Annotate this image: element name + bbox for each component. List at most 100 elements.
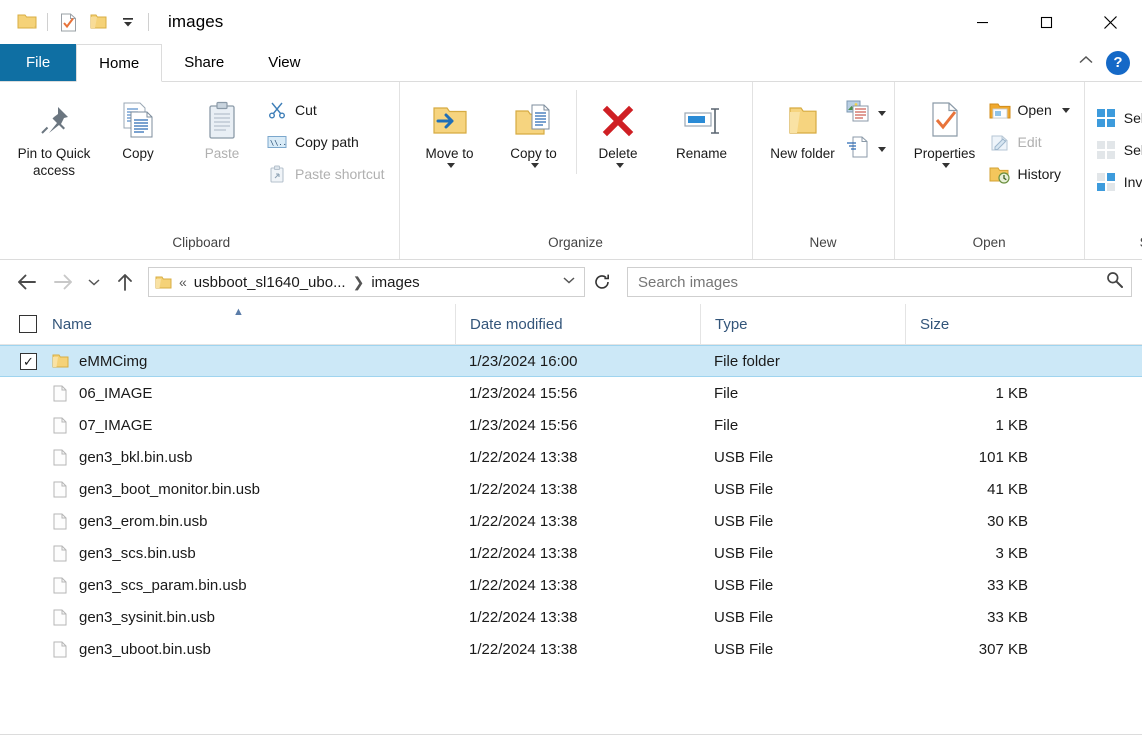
properties-button[interactable]: Properties [903,90,987,174]
row-name-cell[interactable]: gen3_uboot.bin.usb [0,641,455,658]
table-row[interactable]: 07_IMAGE 1/23/2024 15:56 File 1 KB [0,409,1142,441]
refresh-button[interactable] [587,267,617,297]
forward-button[interactable] [46,266,80,298]
open-chevron-down-icon[interactable] [1061,107,1070,113]
table-row[interactable]: gen3_scs_param.bin.usb 1/22/2024 13:38 U… [0,569,1142,601]
delete-button[interactable]: Delete [575,90,660,174]
cut-button[interactable]: Cut [264,94,391,126]
close-button[interactable] [1078,0,1142,44]
new-folder-button[interactable]: New folder [761,90,845,169]
qat-properties-icon[interactable] [53,8,83,36]
paste-button[interactable]: Paste [180,90,264,169]
row-name-text: gen3_boot_monitor.bin.usb [79,480,260,498]
delete-chevron-down-icon[interactable] [615,162,624,168]
table-row[interactable]: gen3_bkl.bin.usb 1/22/2024 13:38 USB Fil… [0,441,1142,473]
row-checkbox[interactable] [20,417,37,434]
new-item-chevron-down-icon[interactable] [877,110,886,116]
up-button[interactable] [108,266,142,298]
svg-text:\\...: \\... [270,139,287,147]
open-button[interactable]: Open [987,94,1076,126]
table-row[interactable]: gen3_erom.bin.usb 1/22/2024 13:38 USB Fi… [0,505,1142,537]
collapse-ribbon-chevron-up-icon[interactable] [1076,53,1096,72]
table-row[interactable]: gen3_boot_monitor.bin.usb 1/22/2024 13:3… [0,473,1142,505]
row-size-cell: 33 KB [987,608,1028,626]
breadcrumb-item-0[interactable]: usbboot_sl1640_ubo... [194,274,346,291]
breadcrumb-overflow[interactable]: « [172,274,194,290]
row-name-cell[interactable]: gen3_scs_param.bin.usb [0,577,455,594]
row-name-cell[interactable]: gen3_boot_monitor.bin.usb [0,481,455,498]
recent-locations-chevron-down-icon[interactable] [82,266,106,298]
row-date-cell: 1/23/2024 16:00 [469,352,578,370]
column-header-name[interactable]: Name [0,304,455,345]
rename-button[interactable]: Rename [660,90,744,169]
easy-access-chevron-down-icon[interactable] [877,146,886,152]
column-header-type[interactable]: Type [700,303,905,345]
move-to-button[interactable]: Move to [408,90,492,174]
column-header-size[interactable]: Size [905,303,1040,345]
row-name-cell[interactable]: ✓ eMMCimg [0,352,455,370]
history-button[interactable]: History [987,158,1076,190]
row-name-cell[interactable]: 06_IMAGE [0,385,455,402]
tab-home[interactable]: Home [76,44,163,82]
row-checkbox[interactable] [20,513,37,530]
row-name-cell[interactable]: gen3_bkl.bin.usb [0,449,455,466]
table-row[interactable]: gen3_sysinit.bin.usb 1/22/2024 13:38 USB… [0,601,1142,633]
qat-new-folder-icon[interactable] [83,8,113,36]
back-button[interactable] [10,266,44,298]
invert-selection-button[interactable]: Invert selection [1093,166,1142,198]
copy-button[interactable]: Copy [96,90,180,169]
row-checkbox[interactable] [20,481,37,498]
row-checkbox[interactable] [20,385,37,402]
breadcrumb-chevron-right-icon-0[interactable]: ❯ [346,274,372,291]
easy-access-button[interactable] [845,132,886,166]
new-item-button[interactable] [845,96,886,130]
row-name-cell[interactable]: gen3_sysinit.bin.usb [0,609,455,626]
maximize-button[interactable] [1014,0,1078,44]
properties-chevron-down-icon[interactable] [942,162,950,168]
column-header-date[interactable]: Date modified [455,303,700,345]
file-icon [47,385,73,402]
edit-button[interactable]: Edit [987,126,1076,158]
row-checkbox[interactable] [20,545,37,562]
row-name-text: gen3_bkl.bin.usb [79,448,193,466]
copy-path-button[interactable]: \\... Copy path [264,126,391,158]
select-all-button[interactable]: Select all [1093,102,1142,134]
select-none-button[interactable]: Select none [1093,134,1142,166]
help-icon[interactable]: ? [1106,50,1130,75]
row-checkbox[interactable] [20,641,37,658]
row-checkbox[interactable] [20,577,37,594]
row-type-cell: USB File [714,608,774,626]
tab-file[interactable]: File [0,44,77,81]
tab-share[interactable]: Share [162,44,246,81]
table-row[interactable]: gen3_scs.bin.usb 1/22/2024 13:38 USB Fil… [0,537,1142,569]
search-input[interactable]: Search images [638,274,1106,291]
search-icon[interactable] [1106,271,1123,293]
breadcrumb-item-1[interactable]: images [371,274,419,291]
row-date-cell: 1/22/2024 13:38 [469,512,578,530]
tab-view[interactable]: View [246,44,322,81]
select-all-checkbox[interactable] [19,315,37,333]
row-checkbox[interactable] [20,609,37,626]
minimize-button[interactable] [950,0,1014,44]
qat-folder-icon[interactable] [12,8,42,36]
copy-to-chevron-down-icon[interactable] [531,162,539,168]
row-checkbox[interactable] [20,449,37,466]
table-row[interactable]: 06_IMAGE 1/23/2024 15:56 File 1 KB [0,377,1142,409]
table-row[interactable]: ✓ eMMCimg 1/23/2024 16:00 File folder [0,345,1142,377]
copy-to-button[interactable]: Copy to [492,90,576,174]
row-name-cell[interactable]: gen3_scs.bin.usb [0,545,455,562]
title-bar: images [0,0,1142,44]
paste-shortcut-button[interactable]: Paste shortcut [264,158,391,190]
address-dropdown-chevron-down-icon[interactable] [554,273,584,291]
row-name-cell[interactable]: 07_IMAGE [0,417,455,434]
row-name-cell[interactable]: gen3_erom.bin.usb [0,513,455,530]
qat-customize-chevron-down-icon[interactable] [113,8,143,36]
qat-divider-1 [47,13,48,31]
new-folder-label: New folder [770,146,835,161]
breadcrumb[interactable]: « usbboot_sl1640_ubo... ❯ images [148,267,585,297]
row-checkbox[interactable]: ✓ [20,352,37,370]
search-box[interactable]: Search images [627,267,1132,297]
move-to-chevron-down-icon[interactable] [447,162,455,168]
table-row[interactable]: gen3_uboot.bin.usb 1/22/2024 13:38 USB F… [0,633,1142,665]
pin-to-quick-access-button[interactable]: Pin to Quick access [12,90,96,186]
